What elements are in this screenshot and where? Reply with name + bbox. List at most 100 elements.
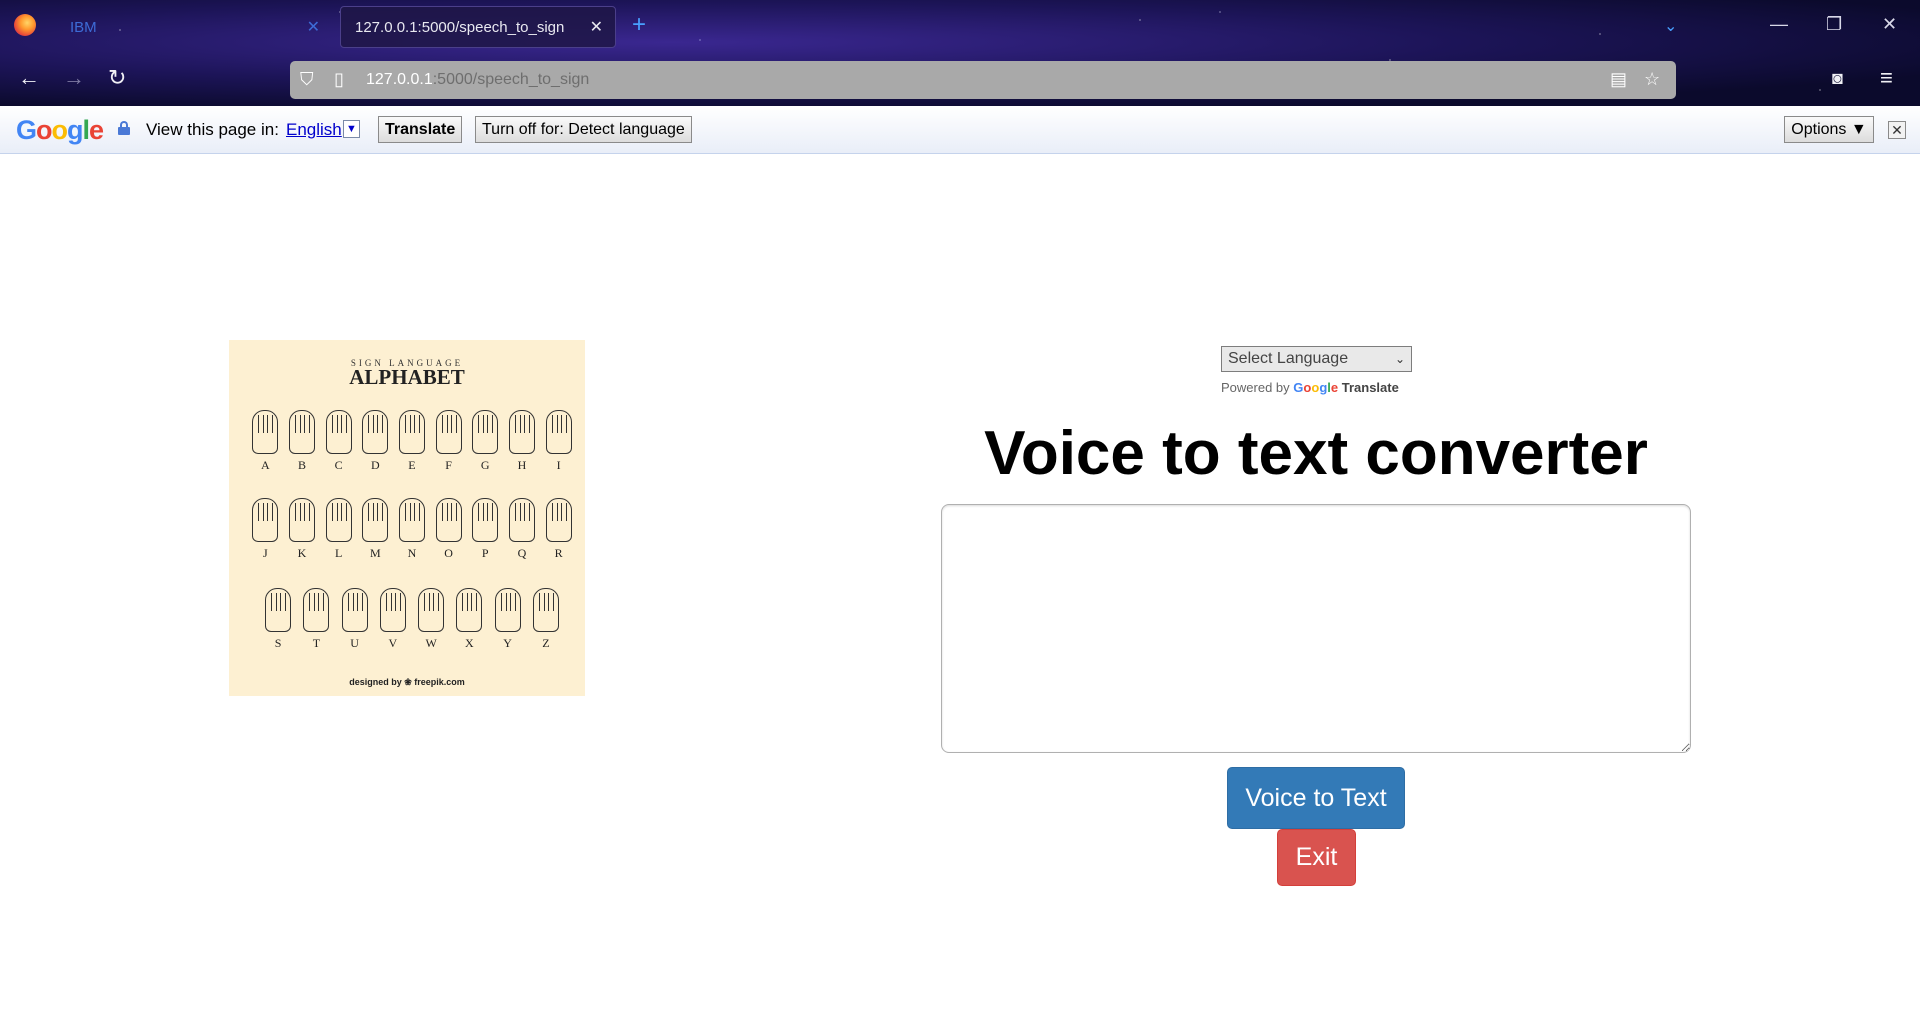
hand-sign-icon (379, 588, 406, 632)
tab-ibm[interactable]: IBM ✕ (56, 6, 326, 48)
close-window-icon[interactable]: ✕ (1882, 14, 1897, 35)
hand-sign-icon (472, 410, 499, 454)
reader-view-icon[interactable]: ▤ (1610, 69, 1627, 90)
google-logo: Google (16, 115, 104, 145)
view-page-label: View this page in: (146, 120, 279, 139)
new-tab-plus-icon[interactable]: + (632, 13, 646, 37)
target-language-link[interactable]: English (286, 120, 342, 140)
language-dropdown-arrow-icon[interactable]: ▼ (343, 120, 360, 138)
sign-letter-label: I (556, 458, 561, 472)
sign-letter-cell: A (249, 410, 281, 473)
sign-letter-cell: F (433, 410, 465, 473)
hand-sign-icon (252, 498, 279, 542)
hand-sign-icon (545, 498, 572, 542)
sign-letter-cell: V (377, 588, 409, 651)
translate-link[interactable]: Translate (1342, 380, 1399, 395)
sign-language-alphabet-image: SIGN LANGUAGE ALPHABET ABCDEFGHI JKLMNOP… (229, 340, 585, 696)
sign-letter-label: X (465, 636, 474, 650)
page-title: Voice to text converter (984, 419, 1648, 488)
turn-off-translation-button[interactable]: Turn off for: Detect language (475, 116, 692, 143)
converted-text-area[interactable] (941, 504, 1691, 753)
hand-sign-icon (545, 410, 572, 454)
hand-sign-icon (325, 410, 352, 454)
hand-sign-icon (435, 498, 462, 542)
sign-letter-cell: K (286, 498, 318, 561)
tab-speech-to-sign[interactable]: 127.0.0.1:5000/speech_to_sign ✕ (340, 6, 616, 48)
sign-row: J K L M N O P Q R (247, 498, 577, 561)
sign-letter-label: T (312, 636, 321, 650)
chevron-down-icon: ⌄ (1394, 352, 1405, 366)
sign-letter-cell: L (323, 498, 355, 561)
sign-letter-cell: N (396, 498, 428, 561)
close-tab-icon[interactable]: ✕ (590, 17, 603, 37)
hand-sign-icon (362, 498, 389, 542)
close-translate-bar-icon[interactable]: ✕ (1888, 121, 1906, 139)
google-word: Google (1293, 380, 1339, 395)
sign-row: A B C D E F G H I (247, 410, 577, 473)
hand-sign-icon (341, 588, 368, 632)
hand-sign-icon (288, 498, 315, 542)
menu-hamburger-icon[interactable]: ≡ (1880, 66, 1893, 90)
select-language-dropdown[interactable]: Select Language ⌄ (1221, 346, 1412, 372)
hand-sign-icon (508, 410, 535, 454)
sign-letter-label: Q (517, 546, 527, 560)
minimize-icon[interactable]: — (1770, 14, 1788, 35)
restore-icon[interactable]: ❐ (1826, 14, 1842, 35)
navigation-bar: ← → ↻ ⛉ ▯ 127.0.0.1:5000/speech_to_sign … (0, 54, 1920, 106)
powered-by-google-translate: Powered by Google Translate (1221, 380, 1399, 395)
sign-letter-label: V (388, 636, 398, 650)
sign-letter-cell: J (249, 498, 281, 561)
sign-row: S T U V W X Y Z (259, 588, 565, 651)
sign-letter-label: F (445, 458, 452, 472)
sign-letter-cell: M (359, 498, 391, 561)
voice-to-text-button[interactable]: Voice to Text (1227, 767, 1405, 829)
list-all-tabs-chevron-icon[interactable]: ⌄ (1664, 16, 1677, 36)
url-bar[interactable]: ⛉ ▯ 127.0.0.1:5000/speech_to_sign ▤ ☆ (290, 61, 1676, 99)
sign-letter-cell: R (543, 498, 575, 561)
reload-icon[interactable]: ↻ (108, 66, 126, 90)
back-arrow-icon[interactable]: ← (18, 66, 40, 90)
sign-letter-label: Y (503, 636, 512, 650)
sign-letter-label: B (297, 458, 306, 472)
exit-button[interactable]: Exit (1277, 829, 1356, 886)
sign-letter-cell: Z (530, 588, 562, 651)
hand-sign-icon (362, 410, 389, 454)
sign-letter-label: L (334, 546, 343, 560)
sign-letter-cell: C (323, 410, 355, 473)
shield-icon[interactable]: ⛉ (300, 69, 314, 90)
sign-letter-label: Z (542, 636, 550, 650)
hand-sign-icon (265, 588, 292, 632)
bookmark-star-icon[interactable]: ☆ (1644, 69, 1660, 90)
browser-chrome: IBM ✕ 127.0.0.1:5000/speech_to_sign ✕ + … (0, 0, 1920, 106)
google-translate-bar: Google View this page in: English ▼ Tran… (0, 106, 1920, 154)
firefox-logo-icon (14, 14, 36, 36)
hand-sign-icon (532, 588, 559, 632)
sign-letter-cell: G (469, 410, 501, 473)
pocket-icon[interactable]: ◙ (1832, 66, 1843, 90)
sign-letter-label: C (334, 458, 343, 472)
poster-credit: designed by ❀ freepik.com (349, 677, 465, 687)
sign-letter-cell: O (433, 498, 465, 561)
sign-letter-cell: D (359, 410, 391, 473)
sign-letter-label: M (369, 546, 381, 560)
translate-button[interactable]: Translate (378, 116, 463, 143)
tab-title: IBM (70, 18, 97, 36)
sign-letter-cell: I (543, 410, 575, 473)
url-text[interactable]: 127.0.0.1:5000/speech_to_sign (366, 71, 589, 89)
tab-bar: IBM ✕ 127.0.0.1:5000/speech_to_sign ✕ + … (0, 0, 1920, 54)
hand-sign-icon (398, 410, 425, 454)
hand-sign-icon (456, 588, 483, 632)
close-tab-icon[interactable]: ✕ (307, 17, 320, 37)
sign-letter-label: W (425, 636, 437, 650)
poster-title: ALPHABET (349, 365, 465, 389)
options-button[interactable]: Options ▼ (1784, 116, 1874, 143)
sign-letter-cell: X (453, 588, 485, 651)
tab-title: 127.0.0.1:5000/speech_to_sign (355, 18, 565, 36)
forward-arrow-icon[interactable]: → (63, 66, 85, 90)
powered-by-label: Powered by (1221, 380, 1290, 395)
select-language-value: Select Language (1228, 350, 1349, 367)
sign-letter-cell: Q (506, 498, 538, 561)
hand-sign-icon (472, 498, 499, 542)
sign-letter-label: U (350, 636, 359, 650)
sign-letter-label: K (297, 546, 307, 560)
